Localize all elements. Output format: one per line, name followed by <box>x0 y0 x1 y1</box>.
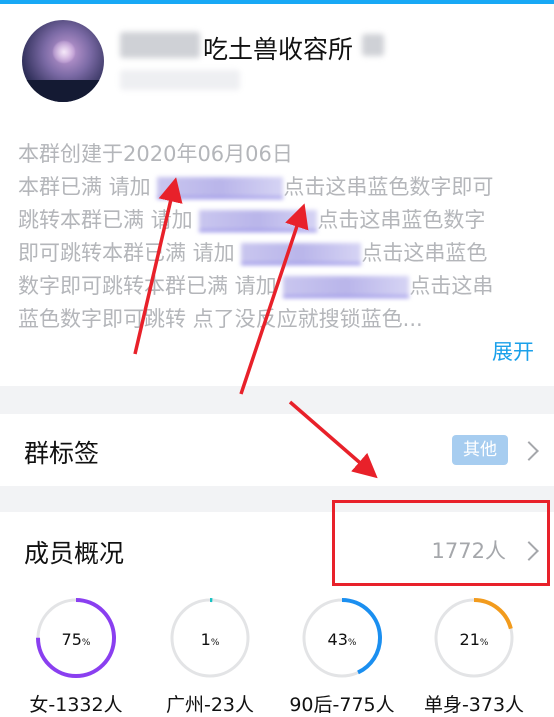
annotation-arrows <box>133 177 378 479</box>
annotation-arrow <box>239 203 309 395</box>
annotation-arrow <box>288 400 378 479</box>
annotation-arrow <box>133 177 183 355</box>
